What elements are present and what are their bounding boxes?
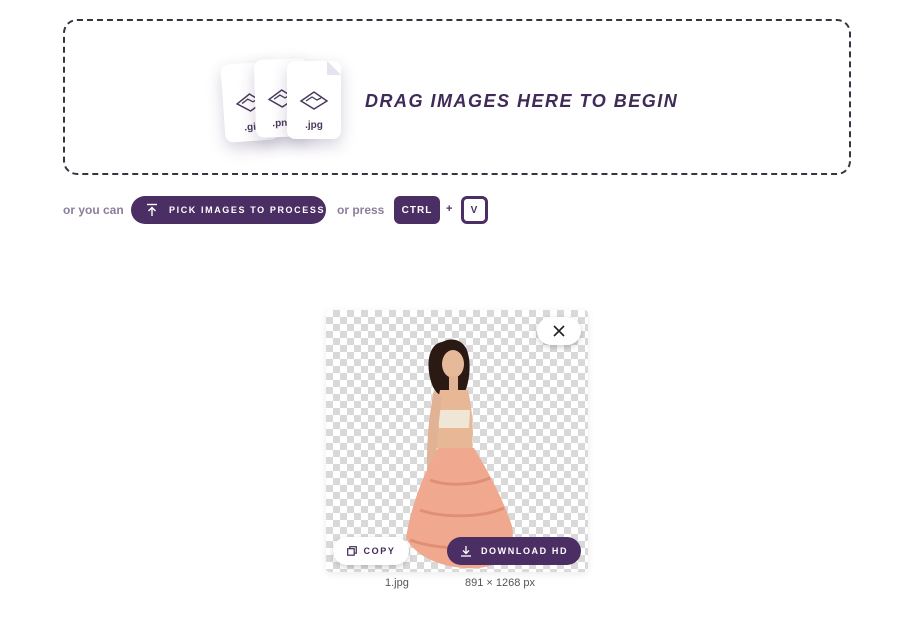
processed-image — [406, 339, 513, 569]
copy-label: COPY — [363, 546, 396, 556]
v-key: V — [461, 196, 488, 224]
ctrl-key: CTRL — [394, 196, 440, 224]
copy-icon — [346, 546, 357, 556]
jpg-file-card: .jpg — [287, 61, 341, 139]
image-filename: 1.jpg — [385, 577, 409, 589]
close-icon — [553, 325, 565, 337]
or-you-can-text: or you can — [63, 203, 124, 217]
download-hd-button[interactable]: DOWNLOAD HD — [447, 537, 581, 565]
pick-images-label: PICK IMAGES TO PROCESS — [169, 205, 326, 215]
file-extension-label: .jpg — [305, 120, 323, 131]
result-image-card: COPY DOWNLOAD HD — [326, 310, 588, 572]
plus-sign: + — [446, 203, 453, 215]
dropzone-title: DRAG IMAGES HERE TO BEGIN — [365, 91, 679, 111]
file-type-illustration: .gif .png .jpg — [217, 57, 347, 147]
copy-button[interactable]: COPY — [333, 537, 409, 565]
remove-image-button[interactable] — [537, 317, 581, 345]
image-dropzone[interactable]: .gif .png .jpg DRAG IMAGES HERE TO BEGIN — [63, 19, 851, 175]
download-hd-label: DOWNLOAD HD — [480, 546, 569, 556]
image-dimensions: 891 × 1268 px — [465, 577, 536, 589]
upload-icon — [147, 203, 157, 216]
pick-images-button[interactable]: PICK IMAGES TO PROCESS — [131, 196, 326, 224]
image-file-icon — [299, 91, 329, 110]
download-icon — [460, 546, 471, 557]
or-press-text: or press — [337, 203, 385, 217]
upload-actions: or you can PICK IMAGES TO PROCESS or pre… — [0, 195, 900, 225]
